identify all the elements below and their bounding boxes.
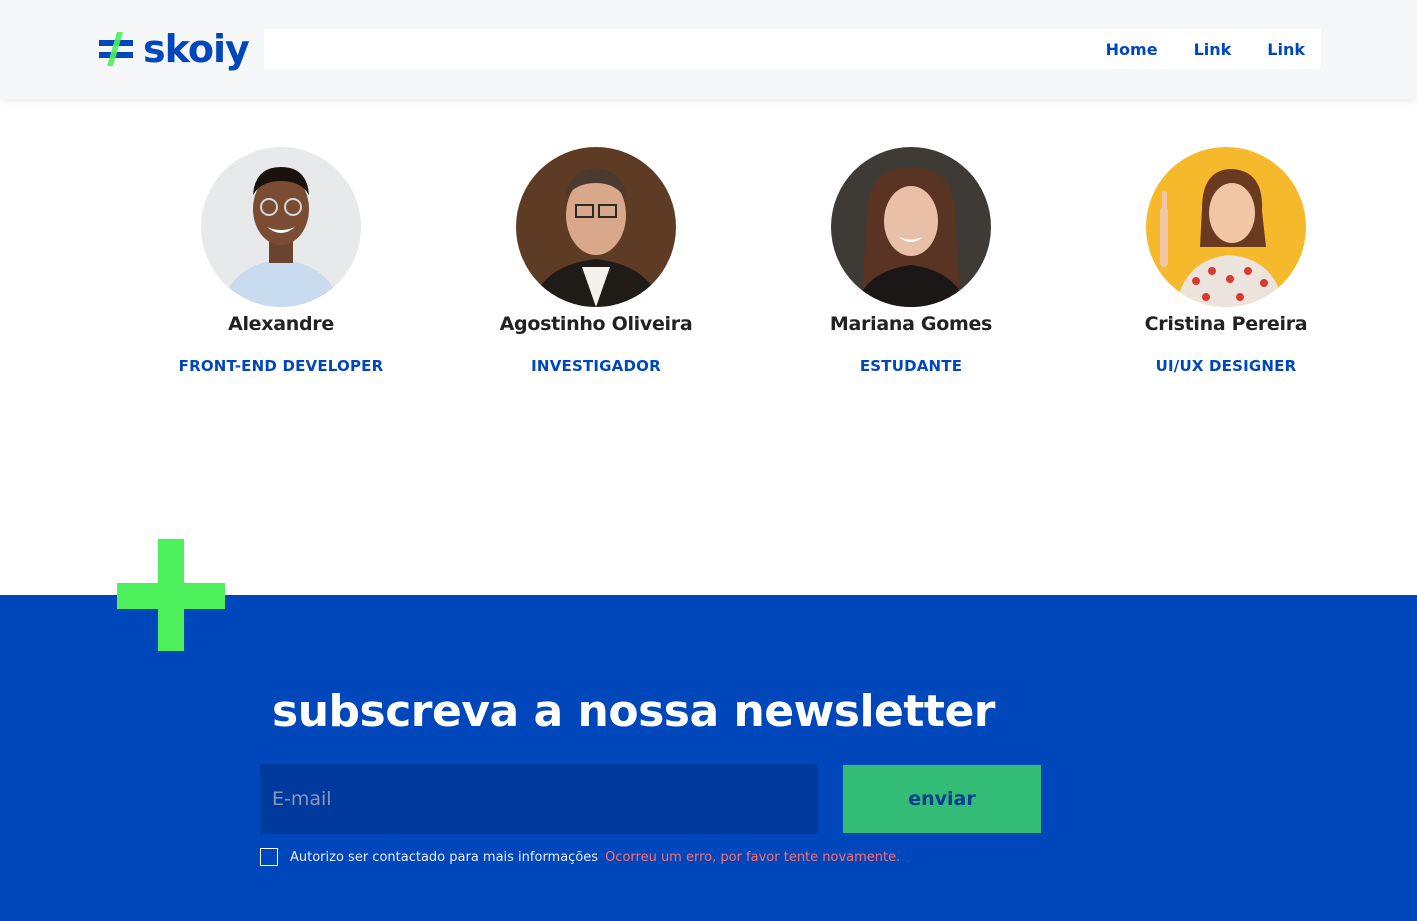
member-role: UI/UX DESIGNER bbox=[1155, 357, 1297, 375]
member-role: INVESTIGADOR bbox=[531, 357, 661, 375]
member-name: Alexandre bbox=[228, 313, 334, 335]
consent-checkbox[interactable] bbox=[260, 848, 278, 866]
avatar bbox=[201, 147, 361, 307]
nav-link-home[interactable]: Home bbox=[1106, 40, 1158, 59]
newsletter-title: subscreva a nossa newsletter bbox=[272, 686, 996, 737]
team-member: Alexandre FRONT-END DEVELOPER bbox=[161, 147, 401, 375]
portrait-image bbox=[201, 147, 361, 307]
error-message: Ocorreu um erro, por favor tente novamen… bbox=[605, 849, 901, 865]
avatar bbox=[1146, 147, 1306, 307]
site-header: skoiy Home Link Link bbox=[0, 0, 1417, 99]
nav-bar: Home Link Link bbox=[264, 29, 1321, 69]
member-role: FRONT-END DEVELOPER bbox=[178, 357, 384, 375]
nav-link-1[interactable]: Link bbox=[1194, 40, 1232, 59]
member-name: Agostinho Oliveira bbox=[499, 313, 693, 335]
avatar bbox=[831, 147, 991, 307]
member-name: Mariana Gomes bbox=[829, 313, 993, 335]
consent-row: Autorizo ser contactado para mais inform… bbox=[260, 848, 900, 866]
portrait-image bbox=[831, 147, 991, 307]
team-member: Mariana Gomes ESTUDANTE bbox=[791, 147, 1031, 375]
main-nav: Home Link Link bbox=[1106, 29, 1305, 69]
member-role: ESTUDANTE bbox=[859, 357, 963, 375]
nav-link-2[interactable]: Link bbox=[1267, 40, 1305, 59]
logo-mark-icon bbox=[99, 32, 133, 66]
member-name: Cristina Pereira bbox=[1144, 313, 1308, 335]
plus-decoration-icon bbox=[117, 539, 225, 651]
portrait-image bbox=[1146, 147, 1306, 307]
avatar bbox=[516, 147, 676, 307]
email-input[interactable] bbox=[260, 764, 818, 834]
logo-text: skoiy bbox=[143, 27, 250, 71]
consent-label: Autorizo ser contactado para mais inform… bbox=[290, 849, 599, 865]
logo[interactable]: skoiy bbox=[99, 26, 250, 72]
portrait-image bbox=[516, 147, 676, 307]
submit-button[interactable]: enviar bbox=[843, 765, 1041, 833]
team-member: Agostinho Oliveira INVESTIGADOR bbox=[476, 147, 716, 375]
team-member: Cristina Pereira UI/UX DESIGNER bbox=[1106, 147, 1346, 375]
